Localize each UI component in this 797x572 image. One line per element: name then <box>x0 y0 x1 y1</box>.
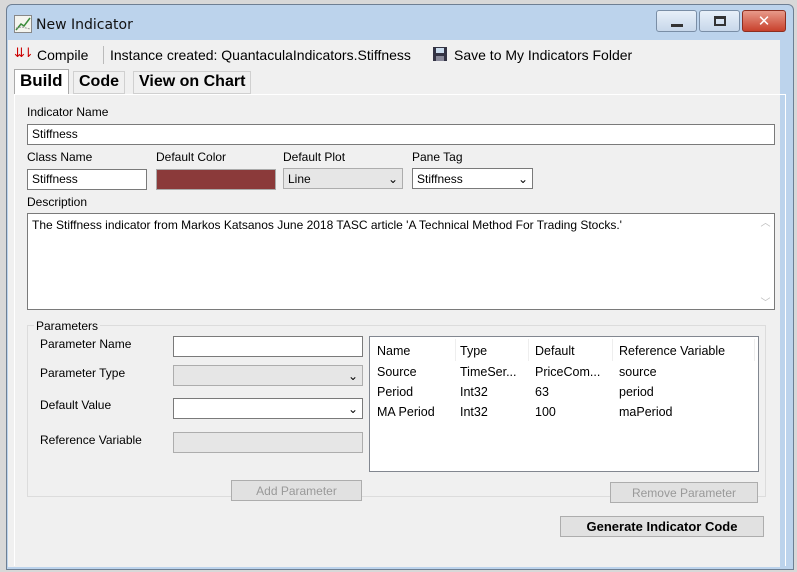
save-to-folder-button[interactable]: Save to My Indicators Folder <box>454 47 632 63</box>
parameter-name-input[interactable] <box>173 336 363 357</box>
client-area: ⇊⇂ Compile Instance created: QuantaculaI… <box>8 40 786 567</box>
cell-name: MA Period <box>377 405 435 419</box>
maximize-button[interactable] <box>699 10 740 32</box>
cell-default: 63 <box>535 385 549 399</box>
description-label: Description <box>27 195 88 209</box>
chevron-down-icon: ⌄ <box>517 171 528 186</box>
default-plot-value: Line <box>288 171 311 186</box>
reference-variable-label: Reference Variable <box>40 433 142 447</box>
tab-code[interactable]: Code <box>73 71 125 94</box>
remove-parameter-button[interactable]: Remove Parameter <box>610 482 758 503</box>
table-row[interactable]: MA Period Int32 100 maPeriod <box>370 405 758 425</box>
cell-name: Source <box>377 365 417 379</box>
indicator-name-input[interactable]: Stiffness <box>27 124 775 145</box>
parameter-type-label: Parameter Type <box>40 366 126 380</box>
cell-default: 100 <box>535 405 556 419</box>
column-header-reference-variable[interactable]: Reference Variable <box>619 344 725 358</box>
chevron-down-icon: ⌄ <box>387 171 398 186</box>
cell-reference: period <box>619 385 654 399</box>
floppy-disk-icon <box>433 47 447 61</box>
parameters-table: Name Type Default Reference Variable Sou… <box>369 336 759 472</box>
table-row[interactable]: Period Int32 63 period <box>370 385 758 405</box>
scroll-down-icon: ﹀ <box>760 298 771 309</box>
tab-build[interactable]: Build <box>14 69 69 94</box>
toolbar-separator <box>103 46 104 64</box>
column-header-default[interactable]: Default <box>535 344 575 358</box>
chevron-down-icon: ⌄ <box>347 401 358 416</box>
indicator-name-label: Indicator Name <box>27 105 109 119</box>
cell-type: TimeSer... <box>460 365 517 379</box>
table-row[interactable]: Source TimeSer... PriceCom... source <box>370 365 758 385</box>
parameter-type-select[interactable]: ⌄ <box>173 365 363 386</box>
cell-reference: maPeriod <box>619 405 673 419</box>
add-parameter-button[interactable]: Add Parameter <box>231 480 362 501</box>
cell-reference: source <box>619 365 657 379</box>
description-scrollbar[interactable]: ︿ ﹀ <box>757 214 774 309</box>
window-title: New Indicator <box>36 17 133 33</box>
class-name-label: Class Name <box>27 150 93 164</box>
default-plot-select[interactable]: Line ⌄ <box>283 168 403 189</box>
scroll-up-icon: ︿ <box>760 218 771 229</box>
status-text: Instance created: QuantaculaIndicators.S… <box>110 47 411 63</box>
default-color-label: Default Color <box>156 150 227 164</box>
minimize-icon <box>670 23 683 27</box>
pane-tag-select[interactable]: Stiffness ⌄ <box>412 168 533 189</box>
close-button[interactable]: ✕ <box>742 10 786 32</box>
default-plot-label: Default Plot <box>283 150 346 164</box>
chevron-down-icon: ⌄ <box>347 368 358 383</box>
cell-type: Int32 <box>460 405 488 419</box>
parameters-group-label: Parameters <box>34 319 101 333</box>
cell-type: Int32 <box>460 385 488 399</box>
compile-button[interactable]: Compile <box>37 47 88 63</box>
cell-name: Period <box>377 385 414 399</box>
parameter-name-label: Parameter Name <box>40 337 132 351</box>
description-textarea[interactable]: The Stiffness indicator from Markos Kats… <box>27 213 775 310</box>
reference-variable-input[interactable] <box>173 432 363 453</box>
close-icon: ✕ <box>757 12 771 30</box>
default-value-label: Default Value <box>40 398 112 412</box>
compile-icon: ⇊⇂ <box>14 46 34 61</box>
column-header-name[interactable]: Name <box>377 344 410 358</box>
maximize-icon <box>713 16 726 26</box>
pane-tag-label: Pane Tag <box>412 150 463 164</box>
column-header-type[interactable]: Type <box>460 344 487 358</box>
description-text: The Stiffness indicator from Markos Kats… <box>32 218 622 232</box>
cell-default: PriceCom... <box>535 365 601 379</box>
class-name-input[interactable]: Stiffness <box>27 169 147 190</box>
minimize-button[interactable] <box>656 10 697 32</box>
default-value-select[interactable]: ⌄ <box>173 398 363 419</box>
pane-tag-value: Stiffness <box>417 171 463 186</box>
tab-view-on-chart[interactable]: View on Chart <box>133 71 252 94</box>
generate-indicator-code-button[interactable]: Generate Indicator Code <box>560 516 764 537</box>
chart-line-icon <box>14 15 32 33</box>
default-color-swatch[interactable] <box>156 169 276 190</box>
